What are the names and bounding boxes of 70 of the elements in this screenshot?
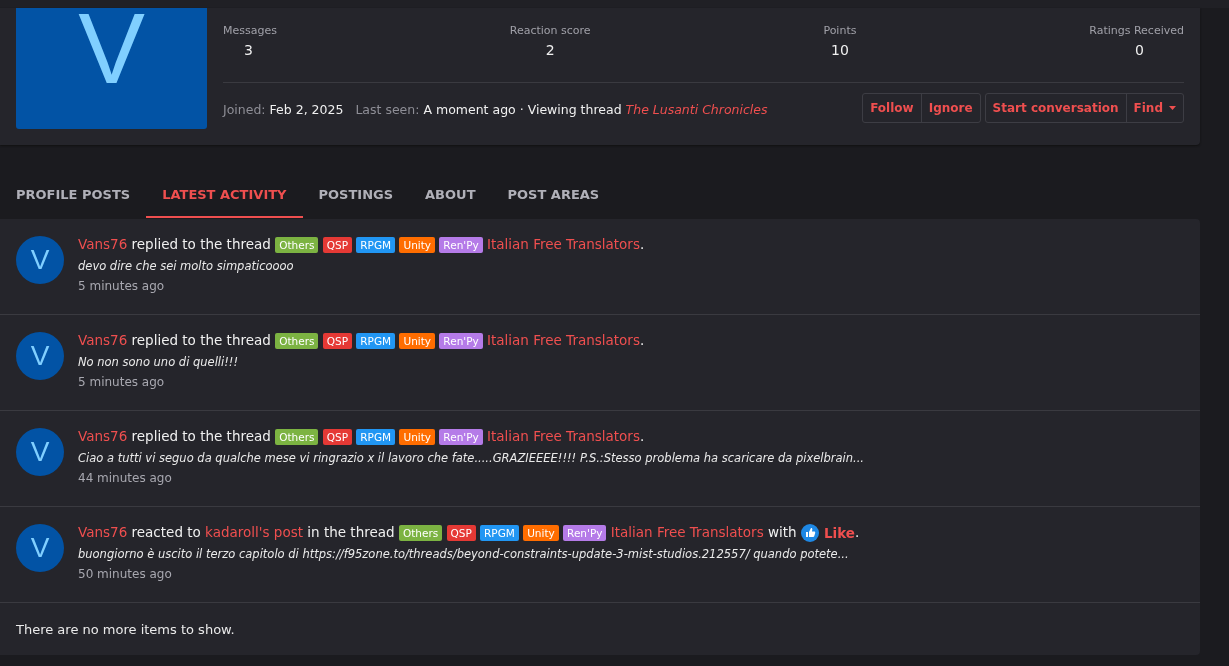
tag[interactable]: RPGM [356, 237, 396, 253]
tag[interactable]: Ren'Py [439, 237, 483, 253]
stat-value: 10 [831, 42, 849, 58]
tag[interactable]: QSP [322, 237, 353, 253]
timestamp: 50 minutes ago [78, 566, 173, 583]
avatar: V [16, 524, 64, 572]
tag[interactable]: QSP [322, 333, 353, 349]
link[interactable]: Italian Free Translators [610, 524, 764, 540]
tag[interactable]: QSP [446, 525, 476, 541]
link[interactable]: kadaroll's post [205, 524, 303, 540]
reaction-link[interactable]: Like [823, 522, 855, 544]
activity-headline: Vans76 replied to the thread Others QSP RPGM Unity Ren'Py Italian Free Translators. [78, 331, 645, 351]
thread-link[interactable]: The Lusanti Chronicles [625, 101, 768, 117]
timestamp: 44 minutes ago [78, 470, 173, 487]
find-dropdown-button[interactable]: Find [1125, 94, 1183, 122]
timestamp: 5 minutes ago [78, 374, 166, 391]
link[interactable]: Italian Free Translators [487, 236, 640, 252]
tab[interactable]: PROFILE POSTS [0, 173, 147, 218]
tag[interactable]: QSP [322, 429, 353, 445]
link[interactable]: Italian Free Translators [487, 428, 640, 444]
link[interactable]: Vans76 [78, 332, 128, 348]
stat-value: 3 [244, 42, 253, 58]
link[interactable]: Italian Free Translators [487, 332, 640, 348]
tag[interactable]: Ren'Py [439, 429, 483, 445]
link[interactable]: Vans76 [78, 428, 128, 444]
activity-headline: Vans76 replied to the thread Others QSP RPGM Unity Ren'Py Italian Free Translators. [78, 427, 646, 447]
tab[interactable]: ABOUT [409, 173, 492, 218]
tag[interactable]: Others [275, 333, 319, 349]
last-seen-value: A moment ago · Viewing thread [423, 101, 622, 117]
post-snippet: Ciao a tutti vi seguo da qualche mese vi ringrazio x il lavoro che fate.....GRAZIEEEE!!!! P.S.:Stesso problema ha scaricare da pixelbrain... [78, 450, 865, 467]
profile-action-button[interactable]: Ignore [920, 94, 980, 122]
tag[interactable]: Ren'Py [439, 333, 483, 349]
stat-label: Messages [223, 24, 277, 37]
avatar: V [16, 8, 207, 129]
stat-value: 0 [1135, 42, 1144, 58]
end-message: There are no more items to show. [15, 621, 236, 639]
timestamp: 5 minutes ago [78, 278, 166, 295]
thumbs-up-icon [800, 524, 819, 542]
avatar: V [16, 236, 64, 284]
tag[interactable]: RPGM [356, 333, 396, 349]
post-snippet: No non sono uno di quelli!!! [78, 354, 240, 371]
tag[interactable]: Others [398, 525, 443, 541]
stat-label: Ratings Received [1089, 24, 1184, 37]
activity-headline: Vans76 replied to the thread Others QSP RPGM Unity Ren'Py Italian Free Translators. [78, 235, 645, 255]
tag[interactable]: Unity [523, 525, 559, 541]
stat-value: 2 [545, 42, 555, 58]
joined-label: Joined: [223, 101, 266, 117]
link[interactable]: Vans76 [78, 236, 128, 252]
tag[interactable]: RPGM [356, 429, 396, 445]
tab[interactable]: POSTINGS [302, 173, 410, 218]
tab[interactable]: POST AREAS [491, 173, 616, 218]
profile-action-button[interactable]: Start conversation [985, 94, 1126, 122]
tag[interactable]: RPGM [480, 525, 519, 541]
link[interactable]: Vans76 [78, 524, 128, 540]
joined-date: Feb 2, 2025 [269, 101, 344, 117]
last-seen-label: Last seen: [355, 101, 420, 117]
avatar: V [16, 428, 64, 476]
post-snippet: devo dire che sei molto simpaticoooo [78, 258, 295, 275]
tag[interactable]: Unity [399, 333, 436, 349]
activity-headline: Vans76 reacted to kadaroll's post in the thread Others QSP RPGM Unity Ren'Py Italian Free Translators with Like. [78, 521, 860, 544]
tag[interactable]: Ren'Py [563, 525, 607, 541]
stat-label: Points [823, 24, 857, 37]
tag[interactable]: Unity [399, 237, 436, 253]
tag[interactable]: Others [275, 429, 319, 445]
avatar: V [16, 332, 64, 380]
tag[interactable]: Unity [399, 429, 436, 445]
tag[interactable]: Others [275, 237, 319, 253]
post-snippet: buongiorno è uscito il terzo capitolo di https://f95zone.to/threads/beyond-constraints-update-3-mist-studios.212557/ quando potete... [78, 546, 850, 563]
profile-action-button[interactable]: Follow [863, 94, 921, 122]
stat-label: Reaction score [509, 24, 591, 37]
